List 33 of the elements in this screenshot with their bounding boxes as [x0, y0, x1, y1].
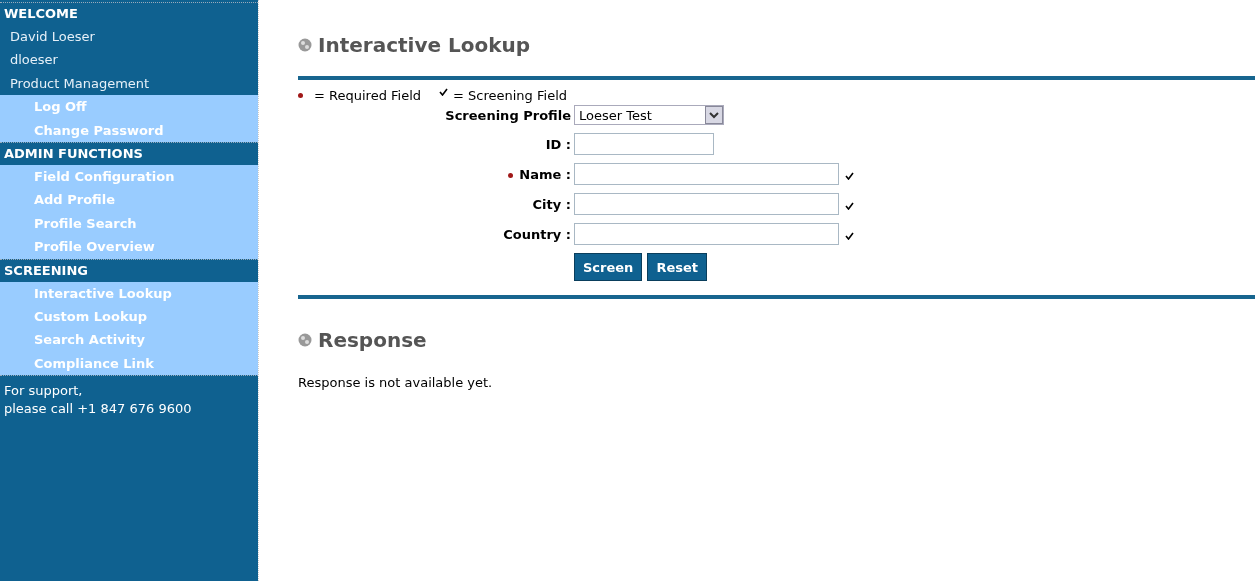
section-title: Response	[318, 328, 427, 352]
sidebar-link[interactable]: Custom Lookup	[0, 304, 258, 329]
support-text: please call +1 847 676 9600	[4, 400, 193, 419]
field-label: ID :	[545, 136, 571, 152]
sidebar-link[interactable]: Log Off	[0, 95, 258, 119]
globe-icon	[298, 333, 312, 347]
legend-text: = Screening Field	[453, 88, 567, 103]
sidebar-link[interactable]: Profile Search	[0, 211, 258, 236]
sidebar-link[interactable]: Change Password	[0, 118, 258, 142]
required-icon	[298, 93, 303, 98]
form-button[interactable]: Reset	[647, 253, 707, 281]
form-button[interactable]: Screen	[574, 253, 643, 281]
field-label: Name :	[519, 166, 571, 182]
field-label: Screening Profile	[444, 107, 571, 123]
field-label: Country :	[503, 226, 571, 242]
input-field[interactable]	[574, 223, 839, 245]
profile-select[interactable]: Loeser Test	[574, 105, 724, 125]
sidebar-link[interactable]: Add Profile	[0, 188, 258, 212]
globe-icon	[298, 38, 312, 52]
input-field[interactable]	[574, 133, 714, 155]
support-text: For support,	[4, 382, 84, 401]
sidebar-link[interactable]: Interactive Lookup	[0, 281, 258, 305]
sidebar-link[interactable]: Field Configuration	[0, 164, 258, 189]
response-message: Response is not available yet.	[298, 375, 494, 390]
page-title: Interactive Lookup	[318, 33, 531, 57]
legend-text: = Required Field	[314, 88, 422, 103]
input-field[interactable]	[574, 163, 839, 185]
sidebar-link[interactable]: Profile Overview	[0, 235, 258, 259]
check-icon	[439, 88, 449, 96]
sidebar-link[interactable]: Search Activity	[0, 328, 258, 352]
sidebar-link[interactable]: Compliance Link	[0, 351, 258, 376]
field-label: City :	[532, 196, 571, 212]
input-field[interactable]	[574, 193, 839, 215]
